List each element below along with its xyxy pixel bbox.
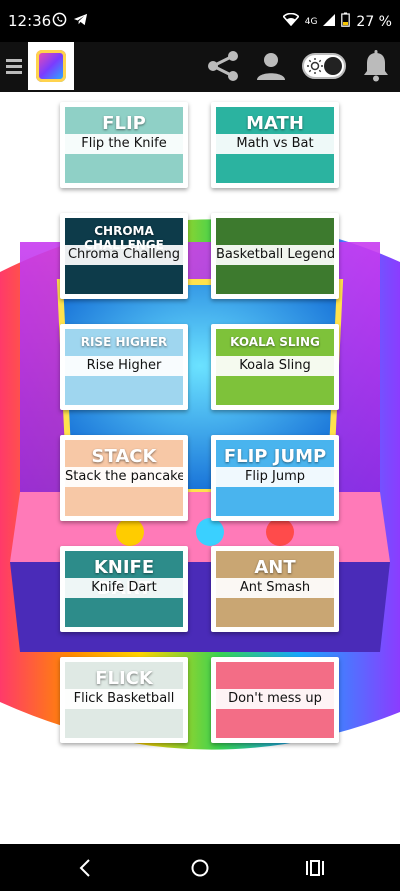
game-tile[interactable]: STACK Stack the pancake [60,435,188,521]
game-tile[interactable]: CHROMA CHALLENGEChroma Challeng [60,213,188,299]
thumbnail-art-text: FLIP [102,113,146,134]
thumbnail-art-text: STACK [91,446,157,467]
profile-icon[interactable] [256,51,286,81]
game-title: Ant Smash [216,578,334,598]
app-logo[interactable] [28,42,74,90]
game-tile[interactable]: FLIP Flip the Knife [60,102,188,188]
notification-bell-icon[interactable] [362,50,390,82]
thumbnail-art-text: FLIP JUMP [223,446,327,467]
game-title: Knife Dart [65,578,183,598]
signal-icon [323,13,336,30]
home-icon[interactable] [170,844,230,891]
back-icon[interactable] [55,844,115,891]
toggle-icon[interactable] [302,53,346,79]
game-title: Stack the pancake [65,467,183,487]
game-tile[interactable]: Don't mess up [211,657,339,743]
game-tile[interactable]: RISE HIGHER Rise Higher [60,324,188,410]
game-tile[interactable]: KOALA SLING Koala Sling [211,324,339,410]
menu-icon[interactable] [6,56,22,78]
app-bar [0,42,400,92]
game-title: Math vs Bat [216,134,334,154]
thumbnail-art-text: ANT [254,557,296,578]
wifi-icon [282,12,300,30]
whatsapp-icon [52,12,67,31]
game-grid: FLIP Flip the Knife MATH Math vs Bat CHROMA … [0,92,400,844]
battery-icon [341,12,351,31]
game-tile[interactable]: KNIFE DARTKnife Dart [60,546,188,632]
game-tile[interactable]: FLIP JUMP Flip Jump [211,435,339,521]
system-nav-bar [0,844,400,891]
thumbnail-art-text: KOALA SLING [230,335,320,349]
game-tile[interactable]: Basketball Legend [211,213,339,299]
network-label: 4G [304,16,318,27]
recents-icon[interactable] [285,844,345,891]
game-title: Chroma Challeng [65,245,183,265]
status-time: 12:36 [8,12,52,30]
game-title: Basketball Legend [216,245,334,265]
game-title: Koala Sling [216,356,334,376]
telegram-icon [73,12,88,31]
game-title: Don't mess up [216,689,334,709]
game-tile[interactable]: MATH Math vs Bat [211,102,339,188]
game-title: Flick Basketball [65,689,183,709]
share-icon[interactable] [206,50,240,82]
status-bar: 12:36 4G 27 % [0,0,400,42]
game-title: Flip Jump [216,467,334,487]
thumbnail-art-text: FLICK [95,668,153,689]
battery-percent: 27 % [356,13,392,30]
game-tile[interactable]: ANT Ant Smash [211,546,339,632]
thumbnail-art-text: RISE HIGHER [80,335,168,349]
game-title: Flip the Knife [65,134,183,154]
game-tile[interactable]: FLICK Flick Basketball [60,657,188,743]
game-title: Rise Higher [65,356,183,376]
thumbnail-art-text: MATH [246,113,304,134]
